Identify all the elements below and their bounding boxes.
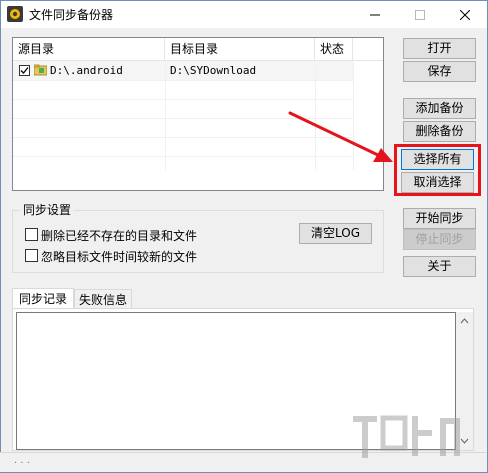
tab-failure-info[interactable]: 失败信息 xyxy=(74,289,132,309)
highlight-box xyxy=(394,144,481,196)
grid-line xyxy=(165,60,166,170)
start-sync-button[interactable]: 开始同步 xyxy=(403,208,476,229)
list-row[interactable]: D:\.android D:\SYDownload xyxy=(13,61,353,80)
tab-sync-log[interactable]: 同步记录 xyxy=(12,288,74,310)
clear-log-button[interactable]: 清空LOG xyxy=(299,223,372,244)
minimize-button[interactable] xyxy=(352,1,397,28)
close-icon xyxy=(459,9,470,20)
about-button[interactable]: 关于 xyxy=(403,256,476,277)
column-header-target[interactable]: 目标目录 xyxy=(165,38,315,60)
delete-nonexistent-label[interactable]: 删除已经不存在的目录和文件 xyxy=(41,227,197,244)
folder-icon xyxy=(33,64,48,76)
source-dir-cell: D:\.android xyxy=(50,64,123,77)
checkmark-icon xyxy=(20,67,29,74)
column-header-source[interactable]: 源目录 xyxy=(13,38,165,60)
sync-settings-title: 同步设置 xyxy=(20,201,75,218)
grid-line xyxy=(13,99,353,100)
stop-sync-button: 停止同步 xyxy=(403,229,476,250)
ignore-newer-checkbox[interactable] xyxy=(25,249,38,262)
red-arrow-icon xyxy=(288,111,393,162)
ignore-newer-label[interactable]: 忽略目标文件时间较新的文件 xyxy=(41,248,197,265)
add-backup-button[interactable]: 添加备份 xyxy=(403,98,476,119)
status-text: . . . xyxy=(14,455,30,466)
open-button[interactable]: 打开 xyxy=(403,38,476,59)
watermark-logo-icon xyxy=(353,415,460,458)
minimize-icon xyxy=(369,14,380,15)
row-checkbox[interactable] xyxy=(19,65,30,76)
maximize-icon xyxy=(414,9,425,20)
target-dir-cell: D:\SYDownload xyxy=(170,64,257,77)
title-bar: 文件同步备份器 xyxy=(1,1,487,28)
delete-backup-button[interactable]: 删除备份 xyxy=(403,121,476,142)
grid-line xyxy=(13,80,353,81)
column-header-status[interactable]: 状态 xyxy=(315,38,353,60)
list-header: 源目录 目标目录 状态 xyxy=(13,38,383,61)
maximize-button[interactable] xyxy=(397,1,442,28)
app-logo-icon xyxy=(7,6,23,22)
close-button[interactable] xyxy=(442,1,487,28)
save-button[interactable]: 保存 xyxy=(403,61,476,82)
scroll-up-icon xyxy=(460,318,469,324)
window-title: 文件同步备份器 xyxy=(29,8,114,22)
delete-nonexistent-checkbox[interactable] xyxy=(25,228,38,241)
